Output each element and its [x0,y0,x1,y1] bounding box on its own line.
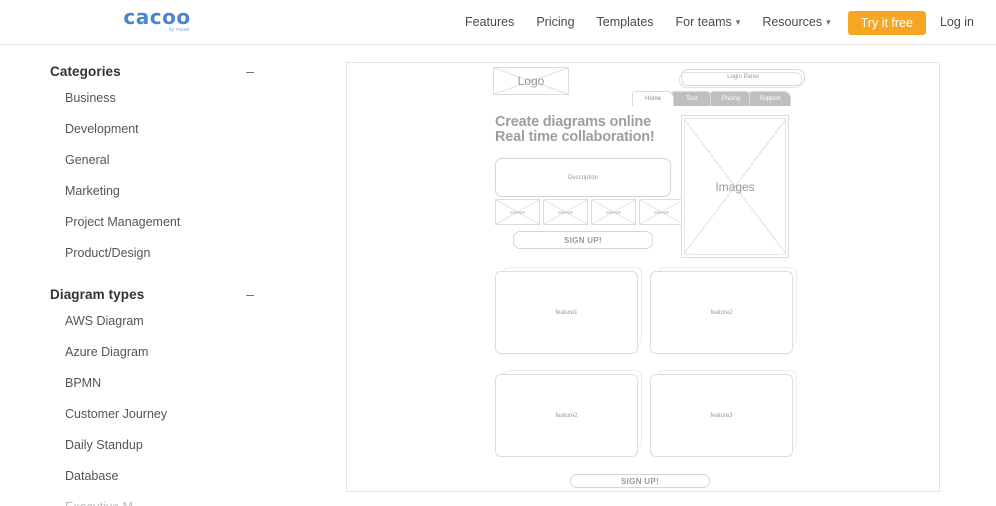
wireframe-signup-top-label: SIGN UP! [564,235,602,245]
wireframe-logo-placeholder: Logo [493,67,569,95]
wireframe-thumb-label: example [509,209,526,215]
wireframe-tab-home[interactable]: Home [632,91,674,106]
wireframe-tabstrip: Home Tour Pricing Support [632,91,791,106]
sidebar-item-azure-diagram[interactable]: Azure Diagram [0,337,300,368]
wireframe-feature-label: feature1 [555,309,578,316]
wireframe-tab-tour[interactable]: Tour [671,91,713,106]
feature-card-front: feature1 [495,271,638,354]
wireframe-feature-label: feature2 [710,309,733,316]
feature-card-front: feature2 [495,374,638,457]
wireframe-feature-card-4: feature3 [650,370,797,457]
template-preview-canvas[interactable]: Logo Login Panel Home Tour Pricing Suppo… [346,62,940,492]
log-in-link[interactable]: Log in [934,0,978,45]
wireframe-logo-label: Logo [517,74,545,88]
signup-bottom-body: SIGN UP! [570,474,710,488]
sidebar-group-header-diagram-types[interactable]: Diagram types – [0,282,300,306]
sidebar-item-business[interactable]: Business [0,83,300,114]
sidebar-item-database[interactable]: Database [0,461,300,492]
minus-collapse-icon[interactable]: – [246,64,254,78]
nav-item-templates[interactable]: Templates [586,0,665,45]
sidebar-item-daily-standup[interactable]: Daily Standup [0,430,300,461]
sidebar-item-aws-diagram[interactable]: AWS Diagram [0,306,300,337]
wireframe-description-label: Description [567,174,598,181]
wireframe-thumb-label: example [605,209,622,215]
sidebar-group-spacer [0,269,300,282]
chevron-down-icon: ▾ [826,17,831,27]
sidebar-item-executive-meeting[interactable]: Executive M [0,492,300,506]
nav-item-resources[interactable]: Resources ▾ [751,0,841,45]
wireframe-login-panel-label: Login Panel [727,74,759,80]
wireframe-images-label: Images [715,179,755,194]
nav-label: Templates [596,15,654,29]
wireframe-signup-bottom-label: SIGN UP! [621,476,659,486]
nav-item-features[interactable]: Features [454,0,525,45]
wireframe-feature-card-1: feature1 [495,267,642,354]
wireframe-login-panel: Login Panel [679,69,805,88]
wireframe-feature-card-2: feature2 [650,267,797,354]
wireframe-feature-card-3: feature2 [495,370,642,457]
nav-item-pricing[interactable]: Pricing [525,0,585,45]
logo-wordmark: cacoo [123,5,191,29]
description-box-body: Description [495,158,671,197]
wireframe-signup-button-bottom[interactable]: SIGN UP! [570,474,716,491]
sidebar-item-customer-journey[interactable]: Customer Journey [0,399,300,430]
sidebar-item-product-design[interactable]: Product/Design [0,238,300,269]
wireframe-thumb-1: example [495,199,540,225]
wireframe-feature-label: feature3 [710,412,733,419]
sidebar-item-general[interactable]: General [0,145,300,176]
sidebar-item-bpmn[interactable]: BPMN [0,368,300,399]
sidebar-group-title: Categories [50,63,121,79]
main-navigation: Features Pricing Templates For teams ▾ Re… [454,0,978,45]
chevron-down-icon: ▾ [735,17,741,27]
nav-label: For teams [675,15,732,29]
nav-label: Pricing [536,15,575,29]
nav-label: Resources [762,15,823,29]
sidebar-item-marketing[interactable]: Marketing [0,176,300,207]
nav-label: Features [464,15,515,29]
wireframe-tab-pricing[interactable]: Pricing [710,91,752,106]
wireframe-thumb-4: example [639,199,684,225]
wireframe-feature-label: feature2 [555,412,578,419]
sidebar-item-project-management[interactable]: Project Management [0,207,300,238]
wireframe-thumb-label: example [557,209,574,215]
nav-item-for-teams[interactable]: For teams ▾ [665,0,752,45]
wireframe-images-placeholder: Images [681,115,789,258]
cacoo-logo[interactable]: cacoo by nulab [122,7,192,37]
try-it-free-button[interactable]: Try it free [847,10,926,35]
wireframe-signup-button-top[interactable]: SIGN UP! [513,231,659,255]
sidebar-group-title: Diagram types [50,286,145,302]
sidebar-group-header-categories[interactable]: Categories – [0,59,300,83]
filter-sidebar: Categories – Business Development Genera… [0,45,300,506]
sidebar-item-development[interactable]: Development [0,114,300,145]
minus-collapse-icon[interactable]: – [246,287,254,301]
feature-card-front: feature3 [650,374,793,457]
wireframe-thumb-3: example [591,199,636,225]
wireframe-thumb-label: example [653,209,670,215]
wireframe-thumb-2: example [543,199,588,225]
feature-card-front: feature2 [650,271,793,354]
wireframe-tab-support[interactable]: Support [749,91,791,106]
signup-top-body: SIGN UP! [513,231,653,249]
wireframe-description-box: Description [495,158,677,203]
site-header: cacoo by nulab Features Pricing Template… [0,0,996,45]
